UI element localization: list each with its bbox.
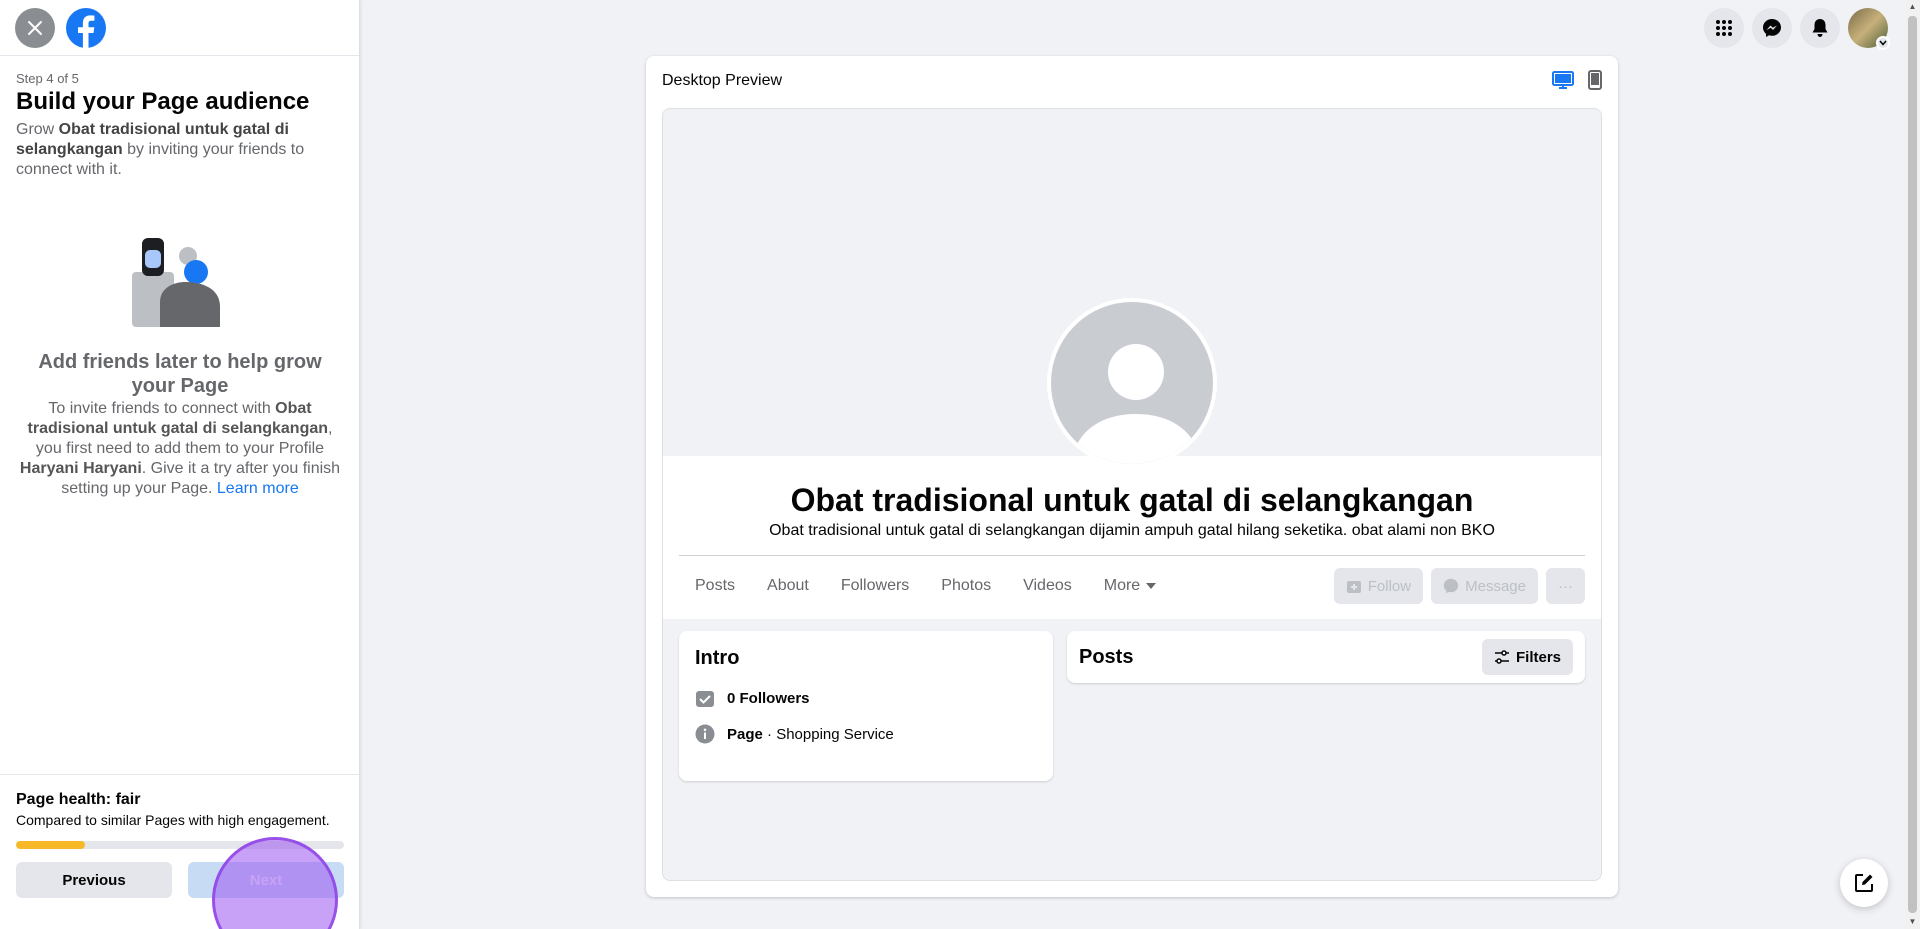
page-name: Obat tradisional untuk gatal di selangka… xyxy=(790,482,1474,518)
info-text: To invite friends to connect with Obat t… xyxy=(19,400,341,497)
filters-icon xyxy=(1494,650,1509,664)
intro-card: Intro 0 Followers Page · Shopping Servic… xyxy=(679,631,1053,781)
intro-title: Intro xyxy=(695,647,740,669)
messenger-icon xyxy=(1763,19,1781,37)
preview-title: Desktop Preview xyxy=(662,72,783,89)
device-toggle xyxy=(1552,70,1602,90)
close-icon xyxy=(28,20,42,35)
posts-title: Posts xyxy=(1079,645,1134,668)
close-button[interactable] xyxy=(15,7,55,48)
next-button[interactable]: Next xyxy=(188,862,344,898)
step-indicator: Step 4 of 5 xyxy=(16,71,79,86)
new-message-button[interactable] xyxy=(1840,859,1888,907)
followers-count: 0 Followers xyxy=(727,689,810,707)
health-title: Page health: fair xyxy=(16,791,141,808)
chevron-down-icon xyxy=(1876,36,1890,50)
message-button[interactable]: Message xyxy=(1431,568,1538,604)
facebook-logo-icon[interactable] xyxy=(66,7,106,48)
follow-icon xyxy=(1346,581,1361,593)
scroll-thumb[interactable] xyxy=(1908,16,1917,913)
notifications-button[interactable] xyxy=(1800,8,1840,48)
message-label: Message xyxy=(1465,577,1526,595)
divider xyxy=(679,555,1585,556)
info-title: Add friends later to help grow your Page xyxy=(38,351,322,397)
step-description: Grow Obat tradisional untuk gatal di sel… xyxy=(16,121,305,178)
top-right-nav xyxy=(1704,8,1890,50)
health-progress-fill xyxy=(16,841,85,849)
messenger-icon xyxy=(1443,578,1459,594)
messenger-button[interactable] xyxy=(1752,8,1792,48)
scroll-down-icon[interactable]: ▼ xyxy=(1908,918,1917,926)
page-type-row: Page · Shopping Service xyxy=(695,724,1037,744)
followers-row: 0 Followers xyxy=(695,688,1037,708)
tab-more[interactable]: More xyxy=(1088,568,1172,604)
menu-grid-button[interactable] xyxy=(1704,8,1744,48)
default-avatar-icon xyxy=(1071,344,1201,464)
profile-picture xyxy=(1047,298,1217,468)
filters-label: Filters xyxy=(1515,648,1561,666)
posts-card: Posts Filters xyxy=(1067,631,1585,683)
filters-button[interactable]: Filters xyxy=(1481,639,1573,675)
add-friends-info: Add friends later to help grow your Page… xyxy=(16,350,344,499)
page-description: Obat tradisional untuk gatal di selangka… xyxy=(769,522,1495,539)
page-preview-frame: Obat tradisional untuk gatal di selangka… xyxy=(662,108,1602,881)
setup-sidebar: Step 4 of 5 Build your Page audience Gro… xyxy=(0,0,360,929)
tab-videos[interactable]: Videos xyxy=(1007,568,1088,604)
scrollbar[interactable]: ▲ ▼ xyxy=(1905,0,1920,929)
more-options-button[interactable]: ··· xyxy=(1546,568,1585,604)
tab-photos[interactable]: Photos xyxy=(925,568,1007,604)
menu-grid-icon xyxy=(1716,20,1732,36)
scroll-up-icon[interactable]: ▲ xyxy=(1908,3,1917,11)
page-type: Page · Shopping Service xyxy=(727,725,894,743)
people-illustration-icon xyxy=(132,238,220,327)
previous-button[interactable]: Previous xyxy=(16,862,172,898)
page-actions: Follow Message ··· xyxy=(1333,568,1585,604)
health-progress-bar xyxy=(16,841,344,849)
health-description: Compared to similar Pages with high enga… xyxy=(16,812,330,828)
page-health-section: Page health: fair Compared to similar Pa… xyxy=(0,774,360,929)
caret-down-icon xyxy=(1146,583,1157,589)
tab-more-label: More xyxy=(1103,577,1141,594)
desktop-preview-card: Desktop Preview Obat tradisional untuk g… xyxy=(646,56,1618,897)
bell-icon xyxy=(1812,19,1828,37)
mobile-icon[interactable] xyxy=(1588,70,1602,90)
step-title: Build your Page audience xyxy=(16,88,310,115)
tab-about[interactable]: About xyxy=(751,568,825,604)
followers-icon xyxy=(696,691,714,707)
compose-icon xyxy=(1855,874,1873,892)
desktop-icon[interactable] xyxy=(1552,70,1574,90)
follow-label: Follow xyxy=(1367,577,1412,595)
learn-more-link[interactable]: Learn more xyxy=(217,480,299,497)
info-icon xyxy=(695,724,715,744)
sidebar-header xyxy=(0,0,359,56)
tab-followers[interactable]: Followers xyxy=(825,568,925,604)
follow-button[interactable]: Follow xyxy=(1333,568,1424,604)
avatar[interactable] xyxy=(1848,8,1890,50)
page-tabs: Posts About Followers Photos Videos More xyxy=(679,568,1172,604)
tab-posts[interactable]: Posts xyxy=(679,568,751,604)
